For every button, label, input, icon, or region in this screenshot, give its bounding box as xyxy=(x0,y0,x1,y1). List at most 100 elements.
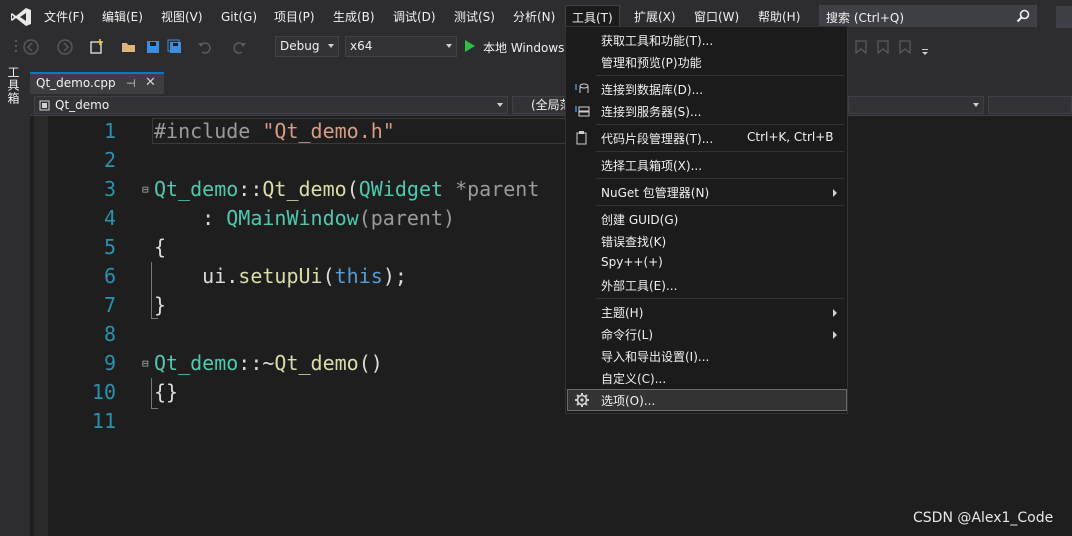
toolbar-overflow-icon[interactable] xyxy=(916,40,934,58)
menu-item-theme[interactable]: 主题(H) xyxy=(567,301,847,323)
undo-icon[interactable] xyxy=(196,38,214,56)
run-icon[interactable] xyxy=(465,40,475,52)
run-button-label[interactable]: 本地 Windows xyxy=(483,39,564,56)
code-line-4: : QMainWindow(parent) xyxy=(154,206,455,230)
scope-value: (全局范围) xyxy=(531,98,565,112)
scope-select[interactable]: (全局范围) xyxy=(512,96,566,114)
platform-value: x64 xyxy=(350,39,373,53)
code-token: *parent xyxy=(443,177,540,201)
menu-item-import-export-settings[interactable]: 导入和导出设置(I)... xyxy=(567,345,847,367)
search-placeholder: 搜索 (Ctrl+Q) xyxy=(826,11,905,25)
code-token: QMainWindow xyxy=(226,206,359,230)
fold-toggle-icon[interactable]: ⊟ xyxy=(142,183,149,196)
gear-icon xyxy=(575,393,589,407)
menu-item-label: 获取工具和功能(T)... xyxy=(601,34,714,48)
menu-git[interactable]: Git(G) xyxy=(215,6,263,28)
menu-help[interactable]: 帮助(H) xyxy=(752,6,806,28)
menu-window[interactable]: 窗口(W) xyxy=(688,6,745,28)
menu-build[interactable]: 生成(B) xyxy=(327,6,381,28)
tab-qt-demo-cpp[interactable]: Qt_demo.cpp ⊣ ✕ xyxy=(30,72,164,94)
chevron-down-icon xyxy=(328,44,334,48)
chevron-right-icon xyxy=(833,309,837,317)
code-token: Qt_demo xyxy=(262,177,347,201)
menu-view[interactable]: 视图(V) xyxy=(155,6,209,28)
menu-separator xyxy=(596,178,844,179)
line-number: 4 xyxy=(103,206,116,230)
platform-select[interactable]: x64 xyxy=(345,36,457,57)
menu-extensions[interactable]: 扩展(X) xyxy=(628,6,682,28)
configuration-select[interactable]: Debug xyxy=(275,36,339,57)
line-number: 2 xyxy=(103,148,116,172)
code-token: ); xyxy=(382,264,407,288)
toolbox-tab[interactable]: 工具箱 xyxy=(6,66,22,105)
menu-file[interactable]: 文件(F) xyxy=(38,6,90,28)
indicator-margin[interactable] xyxy=(34,116,48,536)
menu-project[interactable]: 项目(P) xyxy=(268,6,321,28)
project-select[interactable]: Qt_demo xyxy=(34,96,508,114)
menu-item-label: 代码片段管理器(T)... xyxy=(601,132,714,146)
menu-item-customize[interactable]: 自定义(C)... xyxy=(567,367,847,389)
code-token: Qt_demo xyxy=(154,177,239,201)
menu-item-get-tools[interactable]: 获取工具和功能(T)... xyxy=(567,29,847,51)
menu-item-nuget[interactable]: NuGet 包管理器(N) xyxy=(567,181,847,203)
menu-item-connect-database[interactable]: 连接到数据库(D)... xyxy=(567,78,847,100)
menu-test[interactable]: 测试(S) xyxy=(448,6,501,28)
code-token: ( xyxy=(322,264,335,288)
code-token: Qt_demo xyxy=(274,351,359,375)
search-box[interactable]: 搜索 (Ctrl+Q) xyxy=(819,5,1037,27)
menu-item-spy[interactable]: Spy++(+) xyxy=(567,252,847,274)
navigate-back-icon[interactable] xyxy=(22,38,40,56)
line-number: 11 xyxy=(91,409,116,433)
menu-item-manage-preview[interactable]: 管理和预览(P)功能 xyxy=(567,51,847,73)
menu-item-label: 选项(O)... xyxy=(601,394,656,408)
database-connect-icon xyxy=(575,83,589,93)
live-share-button[interactable] xyxy=(1056,6,1072,28)
previous-bookmark-icon[interactable] xyxy=(874,38,892,56)
pin-icon[interactable]: ⊣ xyxy=(126,77,136,90)
menu-item-options[interactable]: 选项(O)... xyxy=(567,389,847,411)
member-select[interactable] xyxy=(848,96,984,114)
next-bookmark-icon[interactable] xyxy=(896,38,914,56)
chevron-right-icon xyxy=(833,189,837,197)
code-token: this xyxy=(334,264,383,288)
code-line-6: ui.setupUi(this); xyxy=(154,264,407,288)
menu-debug[interactable]: 调试(D) xyxy=(387,6,442,28)
code-token: ::~ xyxy=(238,351,275,375)
open-folder-icon[interactable] xyxy=(120,38,138,56)
menu-item-connect-server[interactable]: 连接到服务器(S)... xyxy=(567,100,847,122)
menu-item-label: Spy++(+) xyxy=(601,255,663,269)
menu-separator xyxy=(596,205,844,206)
menu-item-label: 主题(H) xyxy=(601,306,644,320)
line-number: 7 xyxy=(103,293,116,317)
menu-edit[interactable]: 编辑(E) xyxy=(96,6,149,28)
extra-select[interactable] xyxy=(988,96,1072,114)
code-token: QWidget xyxy=(358,177,444,201)
chevron-down-icon xyxy=(446,44,452,48)
fold-toggle-icon[interactable]: ⊟ xyxy=(142,357,149,370)
close-icon[interactable]: ✕ xyxy=(145,75,156,90)
project-value: Qt_demo xyxy=(55,98,110,112)
project-icon xyxy=(39,100,50,111)
menu-item-error-lookup[interactable]: 错误查找(K) xyxy=(567,230,847,252)
code-token: #include xyxy=(154,119,263,143)
save-icon[interactable] xyxy=(144,38,162,56)
menu-item-command-line[interactable]: 命令行(L) xyxy=(567,323,847,345)
save-all-icon[interactable] xyxy=(166,38,184,56)
code-line-10: {} xyxy=(154,380,179,404)
menu-item-label: 创建 GUID(G) xyxy=(601,213,679,227)
menu-item-external-tools[interactable]: 外部工具(E)... xyxy=(567,274,847,296)
menu-analyze[interactable]: 分析(N) xyxy=(507,6,561,28)
menu-item-choose-toolbox[interactable]: 选择工具箱项(X)... xyxy=(567,154,847,176)
bookmark-icon[interactable] xyxy=(852,38,870,56)
tab-label: Qt_demo.cpp xyxy=(36,76,116,90)
menu-item-label: 连接到服务器(S)... xyxy=(601,105,702,119)
new-project-icon[interactable] xyxy=(88,38,106,56)
visual-studio-logo-icon[interactable] xyxy=(10,7,32,27)
redo-icon[interactable] xyxy=(230,38,248,56)
menu-item-label: 选择工具箱项(X)... xyxy=(601,159,703,173)
snippet-icon xyxy=(576,131,587,145)
menu-item-create-guid[interactable]: 创建 GUID(G) xyxy=(567,208,847,230)
menu-item-code-snippets[interactable]: 代码片段管理器(T)... Ctrl+K, Ctrl+B xyxy=(567,127,847,149)
navigate-forward-icon[interactable] xyxy=(56,38,74,56)
code-line-1: #include "Qt_demo.h" xyxy=(154,119,395,143)
